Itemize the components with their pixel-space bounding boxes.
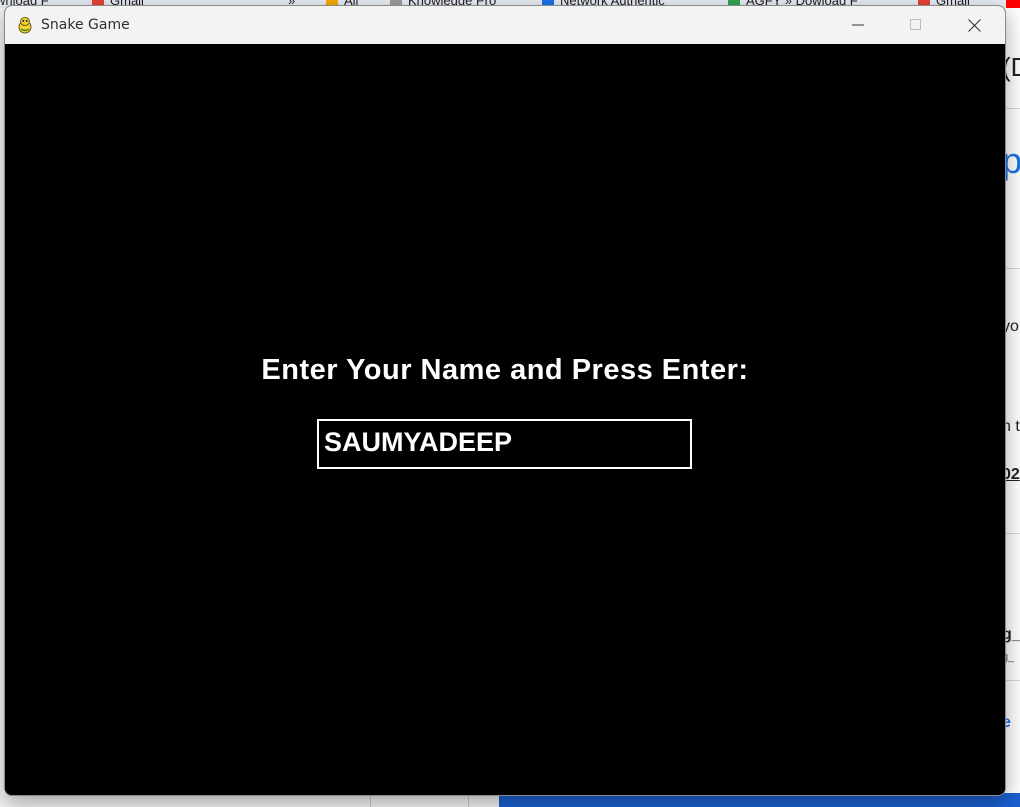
divider <box>1004 268 1020 269</box>
youtube-icon <box>1006 0 1020 8</box>
divider <box>1004 680 1020 681</box>
maximize-button[interactable] <box>887 6 945 44</box>
close-icon <box>968 19 981 32</box>
title-bar[interactable]: Snake Game <box>5 6 1005 44</box>
name-input-value: SAUMYADEEP <box>324 427 513 457</box>
name-prompt: Enter Your Name and Press Enter: <box>261 354 749 386</box>
name-input[interactable]: SAUMYADEEP <box>317 419 692 469</box>
snake-game-icon <box>16 16 34 34</box>
minimize-button[interactable] <box>829 6 887 44</box>
minimize-icon <box>852 24 864 26</box>
game-canvas[interactable]: Enter Your Name and Press Enter: SAUMYAD… <box>5 44 1005 795</box>
close-button[interactable] <box>945 6 1003 44</box>
window-title: Snake Game <box>41 17 130 33</box>
divider <box>1004 533 1020 534</box>
maximize-icon <box>910 19 921 30</box>
divider <box>1004 108 1020 109</box>
background-right-edge <box>1004 8 1020 807</box>
game-window: Snake Game Enter Your Name and Press Ent… <box>4 5 1006 796</box>
